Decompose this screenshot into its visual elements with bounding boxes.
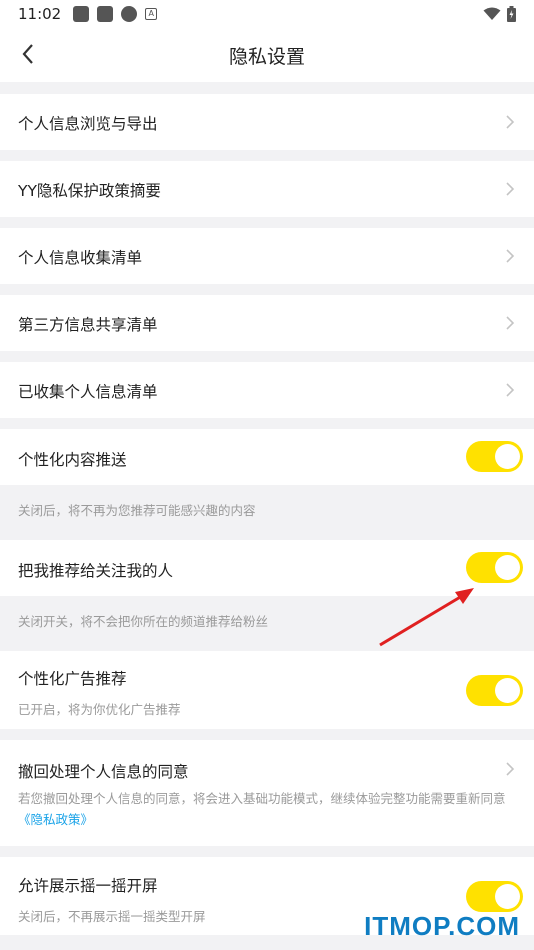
watermark-logo: ITMOP.COM xyxy=(364,911,520,941)
annotation-arrow xyxy=(379,588,474,647)
